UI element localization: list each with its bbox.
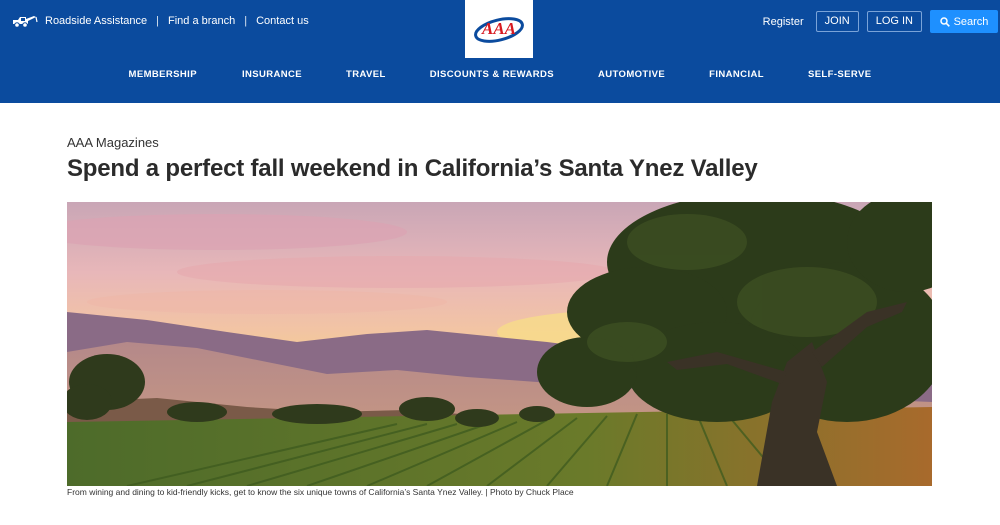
search-button[interactable]: Search [930, 10, 998, 33]
join-button[interactable]: JOIN [815, 11, 859, 32]
hero-image [67, 202, 932, 486]
nav-automotive[interactable]: AUTOMOTIVE [598, 69, 665, 80]
separator: | [244, 15, 248, 27]
nav-insurance[interactable]: INSURANCE [242, 69, 302, 80]
tow-truck-icon [12, 13, 38, 29]
section-label[interactable]: AAA Magazines [67, 135, 159, 150]
separator: | [156, 15, 159, 27]
roadside-assistance-link[interactable]: Roadside Assistance [45, 15, 147, 27]
site-header: Roadside Assistance | Find a branch | Co… [0, 0, 1000, 103]
nav-travel[interactable]: TRAVEL [346, 69, 386, 80]
nav-financial[interactable]: FINANCIAL [709, 69, 764, 80]
register-link[interactable]: Register [763, 16, 804, 28]
search-label: Search [953, 15, 989, 28]
search-icon [939, 16, 950, 27]
account-actions: Register JOIN LOG IN Search [763, 10, 998, 33]
nav-membership[interactable]: MEMBERSHIP [129, 69, 197, 80]
find-branch-link[interactable]: Find a branch [168, 15, 235, 27]
image-caption: From wining and dining to kid-friendly k… [67, 487, 574, 497]
login-button[interactable]: LOG IN [866, 11, 922, 32]
aaa-logo-mark: AAA [474, 17, 524, 43]
aaa-logo[interactable]: AAA [465, 0, 533, 58]
nav-discounts-rewards[interactable]: DISCOUNTS & REWARDS [430, 69, 554, 80]
page-title: Spend a perfect fall weekend in Californ… [67, 155, 758, 182]
main-nav: MEMBERSHIP INSURANCE TRAVEL DISCOUNTS & … [0, 69, 1000, 80]
logo-text: AAA [481, 19, 516, 38]
nav-self-serve[interactable]: SELF-SERVE [808, 69, 871, 80]
contact-us-link[interactable]: Contact us [256, 15, 309, 27]
utility-nav: Roadside Assistance | Find a branch | Co… [12, 12, 309, 30]
